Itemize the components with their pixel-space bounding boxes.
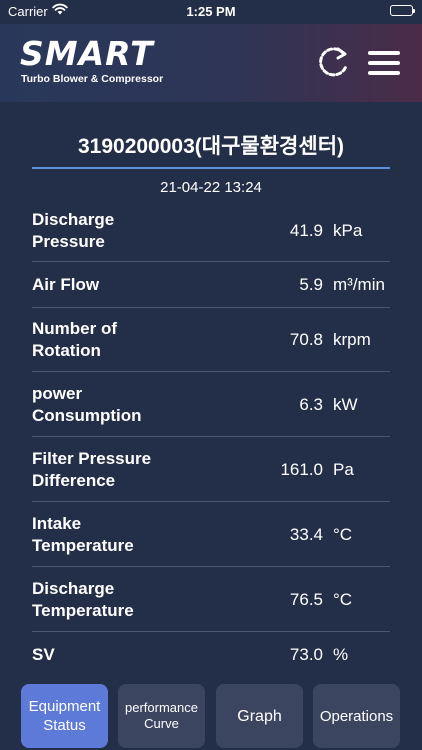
row-unit: kPa — [333, 221, 363, 240]
row-label: power Consumption — [32, 384, 142, 425]
row-value: 5.9 — [299, 275, 323, 294]
row-value: 70.8 — [289, 330, 323, 349]
row-label: Discharge Pressure — [32, 210, 115, 251]
timestamp: 21-04-22 13:24 — [160, 179, 262, 196]
row-label: Intake Temperature — [32, 514, 134, 555]
row-unit: kW — [333, 395, 358, 414]
row-unit: m³/min — [333, 275, 385, 294]
row-power-consumption: power Consumption 6.3 kW — [32, 372, 390, 437]
row-label: Number of Rotation — [32, 319, 117, 360]
row-air-flow: Air Flow 5.9 m³/min — [32, 262, 390, 308]
row-discharge-pressure: Discharge Pressure 41.9 kPa — [32, 207, 390, 262]
row-unit: °C — [333, 525, 353, 544]
logo-wordmark: SMART — [20, 34, 154, 73]
row-unit: % — [333, 645, 349, 664]
row-value: 41.9 — [289, 221, 323, 240]
bottom-tab-bar: Equipment Status performance Curve Graph O… — [0, 684, 422, 750]
row-intake-temperature: Intake Temperature 33.4 °C — [32, 502, 390, 567]
row-label: Air Flow — [32, 275, 100, 294]
refresh-button[interactable] — [314, 44, 352, 82]
row-value: 73.0 — [289, 645, 323, 664]
device-title: 3190200003(대구물환경센터) — [77, 135, 345, 158]
title-divider — [32, 167, 390, 169]
row-label: SV — [32, 645, 55, 664]
logo-tagline: Turbo Blower & Compressor — [21, 73, 164, 85]
app-header: SMART Turbo Blower & Compressor — [0, 24, 422, 102]
refresh-icon — [319, 47, 348, 77]
status-bar: Carrier 1:25 PM — [0, 0, 422, 24]
row-number-of-rotation: Number of Rotation 70.8 krpm — [32, 308, 390, 372]
row-unit: °C — [333, 590, 353, 609]
row-value: 161.0 — [280, 460, 323, 479]
row-value: 6.3 — [299, 395, 323, 414]
row-discharge-temperature: Discharge Temperature 76.5 °C — [32, 567, 390, 632]
tab-operations[interactable]: Operations — [313, 684, 400, 748]
row-label: Filter Pressure Difference — [32, 449, 152, 490]
row-sv: SV 73.0 % — [32, 632, 390, 678]
row-value: 33.4 — [289, 525, 323, 544]
row-filter-pressure-difference: Filter Pressure Difference 161.0 Pa — [32, 437, 390, 502]
tab-graph[interactable]: Graph — [216, 684, 303, 748]
row-unit: krpm — [333, 330, 371, 349]
tab-equipment-status[interactable]: Equipment Status — [21, 684, 108, 748]
row-unit: Pa — [333, 460, 354, 479]
smart-logo: SMART Turbo Blower & Compressor — [20, 34, 180, 86]
row-value: 76.5 — [289, 590, 323, 609]
menu-button[interactable] — [366, 46, 402, 80]
tab-performance-curve[interactable]: performance Curve — [118, 684, 205, 748]
battery-icon — [390, 5, 415, 16]
clock: 1:25 PM — [186, 4, 236, 19]
row-label: Discharge Temperature — [32, 579, 134, 620]
